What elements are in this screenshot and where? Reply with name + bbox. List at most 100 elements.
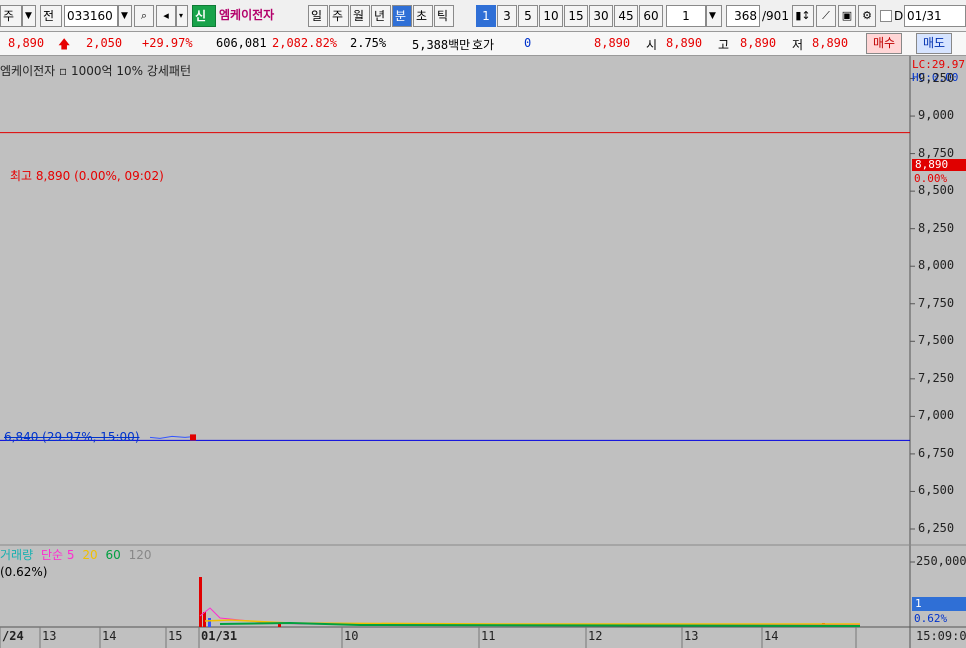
interval-30[interactable]: 30 xyxy=(589,5,613,27)
all-market-button[interactable]: 전 xyxy=(40,5,62,27)
time-tick-label: 15 xyxy=(168,629,183,643)
count-dropdown-icon[interactable]: ▼ xyxy=(706,5,722,27)
quote-bar: 8,890 🡅 2,050 +29.97% 606,081 2,082.82% … xyxy=(0,32,966,56)
time-tick-label: 13 xyxy=(684,629,699,643)
volume-sub-label: (0.62%) xyxy=(0,565,48,579)
hoga-value: 0 xyxy=(524,36,532,50)
volume-bar xyxy=(203,612,206,627)
interval-10[interactable]: 10 xyxy=(539,5,563,27)
volume-legend-name: 거래량 xyxy=(0,548,34,562)
hoga-label: 호가 xyxy=(472,38,495,52)
sell-button[interactable]: 매도 xyxy=(916,33,953,54)
price-tick-label: 9,250 xyxy=(918,70,955,85)
turnover-rate: 2.75% xyxy=(350,36,387,50)
trend-tool-icon[interactable]: ⟋ xyxy=(816,5,836,27)
lc-label: LC:29.97 xyxy=(912,58,965,71)
trade-amount: 5,388백만 xyxy=(412,38,471,52)
interval-5[interactable]: 5 xyxy=(518,5,538,27)
volume-bar-spike xyxy=(199,577,202,627)
current-price: 8,890 xyxy=(8,36,45,50)
high-annotation: 최고 8,890 (0.00%, 09:02) xyxy=(10,169,164,183)
price-tick-label: 7,250 xyxy=(918,370,955,385)
up-arrow-icon: 🡅 xyxy=(58,37,71,51)
volume-current-tag: 1 xyxy=(912,597,966,611)
market-select-button[interactable]: 주 xyxy=(0,5,22,27)
candle-settings-icon[interactable]: ▮↕ xyxy=(792,5,814,27)
volume-value: 606,081 xyxy=(216,36,267,50)
time-tick-label: 11 xyxy=(481,629,496,643)
time-tick-label: 14 xyxy=(102,629,117,643)
volume-pct-tag: 0.62% xyxy=(914,612,948,625)
code-dropdown-icon[interactable]: ▼ xyxy=(118,5,132,27)
time-label: 15:09:00 xyxy=(916,629,966,643)
count-input[interactable]: 1 xyxy=(666,5,706,27)
volume-legend: 거래량 단순 5 20 60 120 xyxy=(0,546,151,563)
price-tick-label: 8,750 xyxy=(918,145,955,160)
new-stock-badge: 신 xyxy=(192,5,216,27)
low-price: 8,890 xyxy=(812,36,849,50)
price-change: 2,050 xyxy=(86,36,123,50)
price-line-series xyxy=(149,435,197,439)
volume-tick-label: 250,000 xyxy=(916,554,966,568)
ma120-label: 120 xyxy=(128,548,152,562)
stock-name-label: 엠케이전자 xyxy=(219,8,275,22)
time-tick-label: 01/31 xyxy=(201,629,238,643)
price-tick-label: 6,250 xyxy=(918,520,955,535)
time-tick-label: 12 xyxy=(588,629,603,643)
price-tick-label: 9,000 xyxy=(918,108,955,123)
period-minute[interactable]: 분 xyxy=(392,5,412,27)
price-tick-label: 6,500 xyxy=(918,483,955,498)
position-input[interactable]: 368 xyxy=(726,5,760,27)
date-input[interactable]: 01/31 xyxy=(904,5,966,27)
volume-bar xyxy=(208,618,211,627)
period-month[interactable]: 월 xyxy=(350,5,370,27)
ma-type-label: 단순 xyxy=(40,548,64,562)
time-tick-label: 13 xyxy=(42,629,57,643)
period-week[interactable]: 주 xyxy=(329,5,349,27)
stock-code-input[interactable]: 033160 xyxy=(64,5,118,27)
buy-button[interactable]: 매수 xyxy=(866,33,903,54)
search-icon[interactable]: ⌕ xyxy=(134,5,154,27)
price-change-pct: +29.97% xyxy=(142,36,193,50)
date-checkbox-label: D xyxy=(894,9,904,23)
open-price: 8,890 xyxy=(666,36,703,50)
period-tick[interactable]: 틱 xyxy=(434,5,454,27)
high-price: 8,890 xyxy=(740,36,777,50)
price-tick-label: 7,750 xyxy=(918,295,955,310)
chart-toolbar: 주 ▼ 전 033160 ▼ ⌕ ◂ ▾ 신 엠케이전자 일 주 월 년 분 초… xyxy=(0,0,966,32)
time-tick-label: 14 xyxy=(764,629,779,643)
open-label: 시 xyxy=(646,38,658,52)
speaker-icon[interactable]: ◂ xyxy=(156,5,176,27)
market-dropdown-icon[interactable]: ▼ xyxy=(22,5,36,27)
period-second[interactable]: 초 xyxy=(413,5,433,27)
price-chart[interactable]: 엠케이전자 ▫ 1000억 10% 강세패턴 LC:29.97 HC:0.00 … xyxy=(0,56,966,648)
interval-1[interactable]: 1 xyxy=(476,5,496,27)
interval-15[interactable]: 15 xyxy=(564,5,588,27)
volume-pct: 2,082.82% xyxy=(272,36,338,50)
period-day[interactable]: 일 xyxy=(308,5,328,27)
save-icon[interactable]: ▣ xyxy=(838,5,856,27)
low-label: 저 xyxy=(792,38,804,52)
chart-title: 엠케이전자 ▫ 1000억 10% 강세패턴 xyxy=(0,64,192,78)
ma5-label: 5 xyxy=(66,548,75,562)
interval-60[interactable]: 60 xyxy=(639,5,663,27)
period-year[interactable]: 년 xyxy=(371,5,391,27)
time-tick-label: 10 xyxy=(344,629,359,643)
price-tick-label: 8,000 xyxy=(918,258,955,273)
total-count: /901 xyxy=(762,9,789,23)
current-price-tag: 8,890 xyxy=(912,159,966,171)
speaker-dropdown-icon[interactable]: ▾ xyxy=(176,5,188,27)
ma60-label: 60 xyxy=(105,548,121,562)
price-tick-label: 6,750 xyxy=(918,445,955,460)
time-tick-label: /24 xyxy=(2,629,24,643)
price-tick-label: 7,500 xyxy=(918,333,955,348)
price-tick-label: 7,000 xyxy=(918,408,955,423)
high-label: 고 xyxy=(718,38,730,52)
price-tick-label: 8,500 xyxy=(918,183,955,198)
hoga-price: 8,890 xyxy=(594,36,631,50)
date-checkbox[interactable] xyxy=(880,10,892,22)
price-tick-label: 8,250 xyxy=(918,220,955,235)
interval-45[interactable]: 45 xyxy=(614,5,638,27)
interval-3[interactable]: 3 xyxy=(497,5,517,27)
gear-icon[interactable]: ⚙ xyxy=(858,5,876,27)
